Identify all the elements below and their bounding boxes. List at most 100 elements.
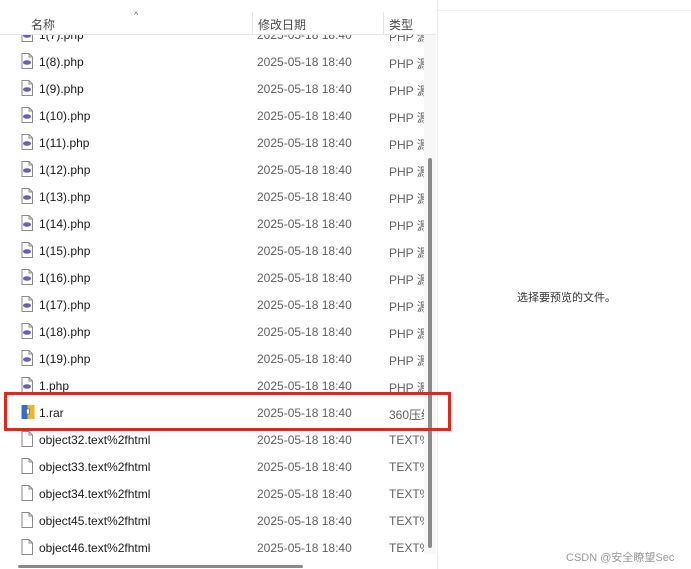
file-name: 1(19).php bbox=[39, 352, 91, 366]
php-file-icon bbox=[21, 80, 33, 96]
file-name: object46.text%2fhtml bbox=[39, 541, 151, 555]
file-list-pane: 1(7).php 2025-05-18 18:40 PHP 源 1(8).php 202… bbox=[0, 0, 436, 569]
file-type: PHP 源 bbox=[389, 165, 424, 179]
file-type: PHP 源 bbox=[389, 246, 424, 260]
file-type: PHP 源 bbox=[389, 111, 424, 125]
file-row[interactable]: 1(11).php 2025-05-18 18:40 PHP 源 bbox=[0, 129, 424, 156]
file-modified-date: 2025-05-18 18:40 bbox=[257, 217, 352, 231]
file-modified-date: 2025-05-18 18:40 bbox=[257, 379, 352, 393]
file-type: PHP 源 bbox=[389, 300, 424, 314]
file-modified-date: 2025-05-18 18:40 bbox=[257, 298, 352, 312]
file-row[interactable]: object33.text%2fhtml 2025-05-18 18:40 TEXT… bbox=[0, 453, 424, 480]
horizontal-scrollbar-thumb[interactable] bbox=[18, 565, 303, 568]
column-date-header[interactable]: 修改日期 bbox=[258, 16, 306, 33]
file-modified-date: 2025-05-18 18:40 bbox=[257, 190, 352, 204]
column-name-header[interactable]: 名称 bbox=[31, 16, 55, 33]
file-type: PHP 源 bbox=[389, 354, 424, 368]
file-name: object33.text%2fhtml bbox=[39, 460, 151, 474]
file-name: object34.text%2fhtml bbox=[39, 487, 151, 501]
blank-file-icon bbox=[21, 512, 33, 528]
vertical-scrollbar-thumb[interactable] bbox=[428, 158, 432, 548]
file-row[interactable]: 1(16).php 2025-05-18 18:40 PHP 源 bbox=[0, 264, 424, 291]
highlight-annotation-box bbox=[4, 392, 451, 431]
php-file-icon bbox=[21, 269, 33, 285]
blank-file-icon bbox=[21, 539, 33, 555]
php-file-icon bbox=[21, 350, 33, 366]
php-file-icon bbox=[21, 323, 33, 339]
file-type: PHP 源 bbox=[389, 84, 424, 98]
sort-ascending-icon: ^ bbox=[134, 10, 139, 20]
php-file-icon bbox=[21, 134, 33, 150]
file-modified-date: 2025-05-18 18:40 bbox=[257, 352, 352, 366]
file-row[interactable]: 1(14).php 2025-05-18 18:40 PHP 源 bbox=[0, 210, 424, 237]
file-name: 1(9).php bbox=[39, 82, 84, 96]
file-modified-date: 2025-05-18 18:40 bbox=[257, 109, 352, 123]
file-modified-date: 2025-05-18 18:40 bbox=[257, 433, 352, 447]
file-name: 1(12).php bbox=[39, 163, 91, 177]
watermark: CSDN @安全瞭望Sec bbox=[566, 552, 675, 564]
file-row[interactable]: object45.text%2fhtml 2025-05-18 18:40 TEXT… bbox=[0, 507, 424, 534]
file-row[interactable]: 1(17).php 2025-05-18 18:40 PHP 源 bbox=[0, 291, 424, 318]
file-type: TEXT% bbox=[389, 433, 424, 447]
file-name: 1(10).php bbox=[39, 109, 91, 123]
file-row[interactable]: 1(19).php 2025-05-18 18:40 PHP 源 bbox=[0, 345, 424, 372]
file-name: 1(13).php bbox=[39, 190, 91, 204]
file-row[interactable]: 1(15).php 2025-05-18 18:40 PHP 源 bbox=[0, 237, 424, 264]
php-file-icon bbox=[21, 107, 33, 123]
file-row[interactable]: 1(10).php 2025-05-18 18:40 PHP 源 bbox=[0, 102, 424, 129]
blank-file-icon bbox=[21, 458, 33, 474]
file-modified-date: 2025-05-18 18:40 bbox=[257, 460, 352, 474]
file-row[interactable]: 1(18).php 2025-05-18 18:40 PHP 源 bbox=[0, 318, 424, 345]
file-row[interactable]: object46.text%2fhtml 2025-05-18 18:40 TEXT… bbox=[0, 534, 424, 561]
php-file-icon bbox=[21, 242, 33, 258]
php-file-icon bbox=[21, 377, 33, 393]
php-file-icon bbox=[21, 53, 33, 69]
file-type: PHP 源 bbox=[389, 138, 424, 152]
file-type: TEXT% bbox=[389, 460, 424, 474]
file-modified-date: 2025-05-18 18:40 bbox=[257, 325, 352, 339]
file-type: PHP 源 bbox=[389, 273, 424, 287]
file-row[interactable]: 1(8).php 2025-05-18 18:40 PHP 源 bbox=[0, 48, 424, 75]
file-type: TEXT% bbox=[389, 514, 424, 528]
file-name: 1(15).php bbox=[39, 244, 91, 258]
file-modified-date: 2025-05-18 18:40 bbox=[257, 82, 352, 96]
file-row[interactable]: 1(9).php 2025-05-18 18:40 PHP 源 bbox=[0, 75, 424, 102]
file-name: 1(16).php bbox=[39, 271, 91, 285]
preview-placeholder-text: 选择要预览的文件。 bbox=[517, 292, 616, 304]
file-name: 1(18).php bbox=[39, 325, 91, 339]
file-type: PHP 源 bbox=[389, 327, 424, 341]
file-type: PHP 源 bbox=[389, 57, 424, 71]
file-name: 1(8).php bbox=[39, 55, 84, 69]
php-file-icon bbox=[21, 296, 33, 312]
column-type-header[interactable]: 类型 bbox=[389, 16, 413, 33]
file-type: PHP 源 bbox=[389, 219, 424, 233]
column-header: ^ 名称 修改日期 类型 bbox=[0, 10, 436, 35]
blank-file-icon bbox=[21, 431, 33, 447]
blank-file-icon bbox=[21, 485, 33, 501]
file-modified-date: 2025-05-18 18:40 bbox=[257, 163, 352, 177]
column-divider[interactable] bbox=[383, 12, 384, 34]
file-modified-date: 2025-05-18 18:40 bbox=[257, 244, 352, 258]
file-name: object32.text%2fhtml bbox=[39, 433, 151, 447]
file-modified-date: 2025-05-18 18:40 bbox=[257, 55, 352, 69]
file-list: 1(7).php 2025-05-18 18:40 PHP 源 1(8).php 202… bbox=[0, 21, 424, 561]
php-file-icon bbox=[21, 215, 33, 231]
file-type: PHP 源 bbox=[389, 192, 424, 206]
file-name: 1(11).php bbox=[39, 136, 90, 150]
file-type: TEXT% bbox=[389, 487, 424, 501]
file-modified-date: 2025-05-18 18:40 bbox=[257, 541, 352, 555]
file-row[interactable]: 1(13).php 2025-05-18 18:40 PHP 源 bbox=[0, 183, 424, 210]
column-divider[interactable] bbox=[252, 12, 253, 34]
file-type: TEXT% bbox=[389, 541, 424, 555]
file-modified-date: 2025-05-18 18:40 bbox=[257, 487, 352, 501]
file-name: 1(17).php bbox=[39, 298, 91, 312]
file-row[interactable]: object34.text%2fhtml 2025-05-18 18:40 TEXT… bbox=[0, 480, 424, 507]
php-file-icon bbox=[21, 188, 33, 204]
file-modified-date: 2025-05-18 18:40 bbox=[257, 136, 352, 150]
file-name: 1.php bbox=[39, 379, 70, 393]
file-row[interactable]: 1(12).php 2025-05-18 18:40 PHP 源 bbox=[0, 156, 424, 183]
pane-divider[interactable] bbox=[437, 0, 438, 569]
file-modified-date: 2025-05-18 18:40 bbox=[257, 271, 352, 285]
file-name: object45.text%2fhtml bbox=[39, 514, 151, 528]
file-name: 1(14).php bbox=[39, 217, 91, 231]
